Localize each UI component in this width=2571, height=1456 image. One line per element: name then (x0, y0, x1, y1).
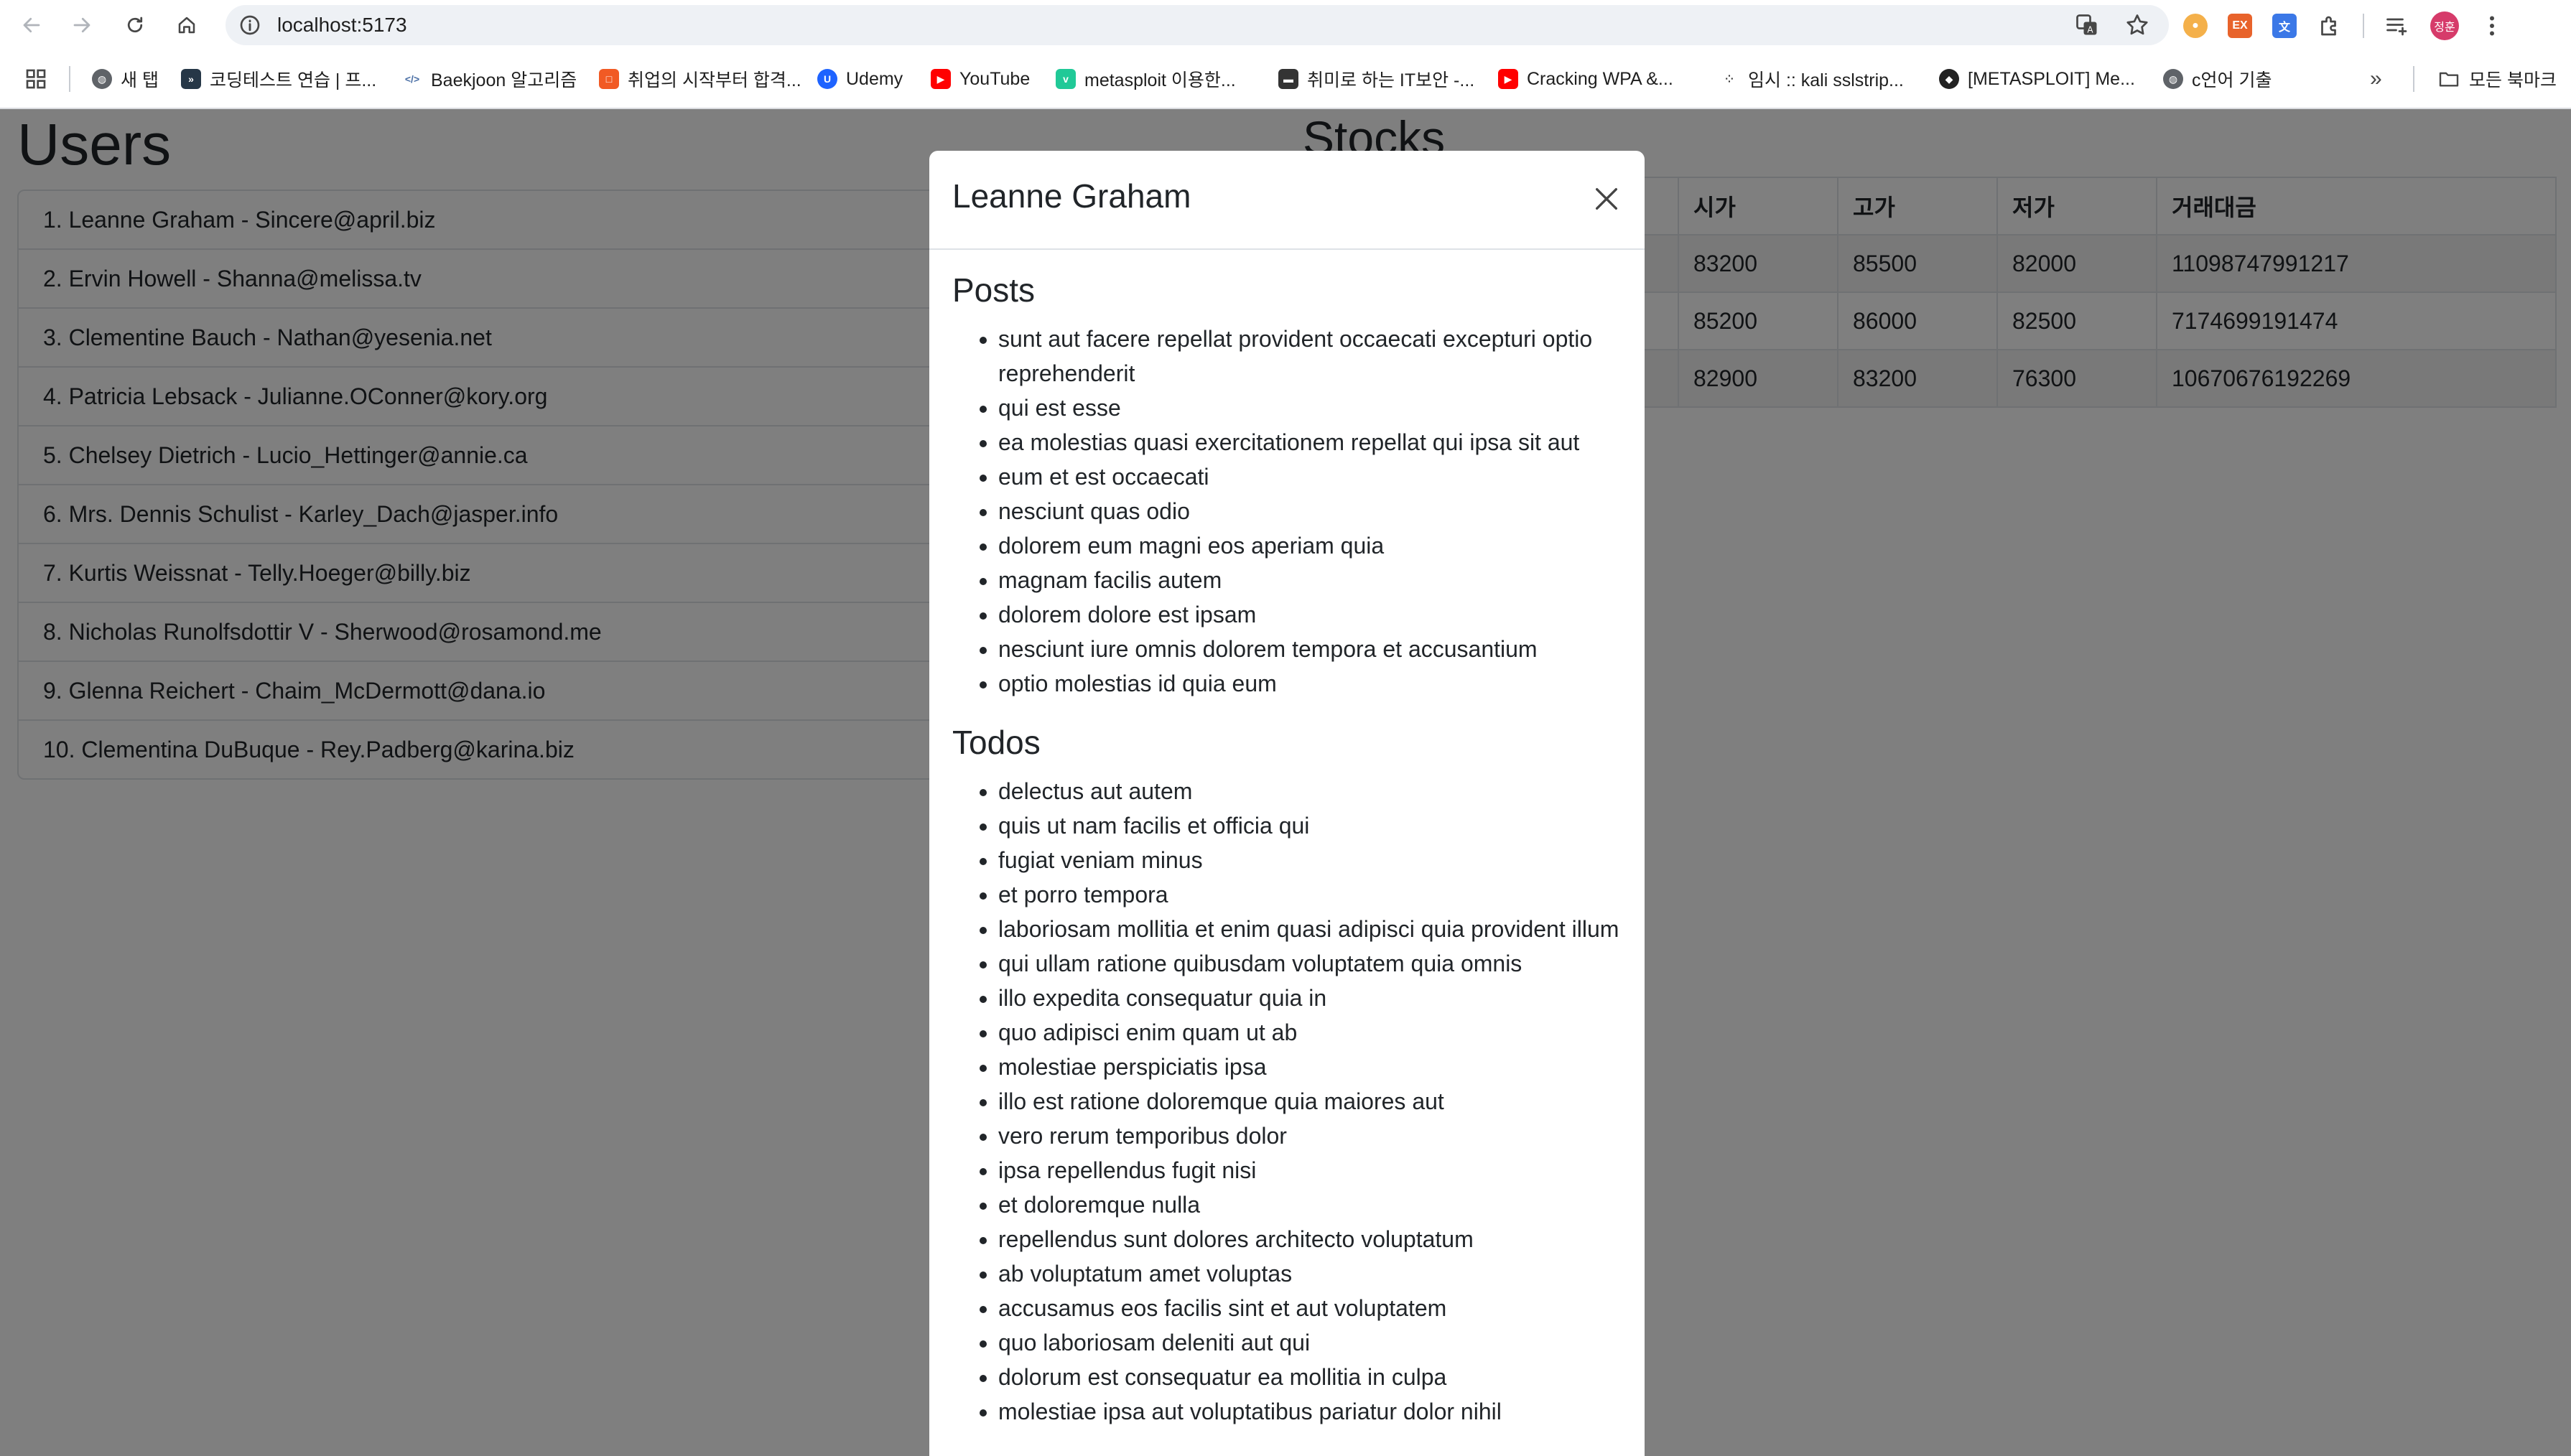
address-bar[interactable]: localhost:5173 A (226, 5, 2169, 45)
metasploit-icon: ◆ (1939, 69, 1959, 89)
list-item: accusamus eos facilis sint et aut volupt… (998, 1291, 1622, 1325)
home-icon (178, 17, 195, 34)
list-item: dolorem eum magni eos aperiam quia (998, 528, 1622, 563)
code-icon: </> (404, 73, 420, 85)
list-item: nesciunt iure omnis dolorem tempora et a… (998, 632, 1622, 666)
list-item: delectus aut autem (998, 774, 1622, 808)
udemy-icon: U (817, 69, 837, 89)
list-item: quis ut nam facilis et officia qui (998, 808, 1622, 843)
reload-icon (127, 17, 143, 33)
globe-icon: ◍ (92, 69, 112, 89)
list-item: ea molestias quasi exercitationem repell… (998, 425, 1622, 459)
translate-extension-icon[interactable]: 文 (2272, 14, 2297, 38)
puzzle-icon[interactable] (2317, 13, 2343, 39)
list-item: qui ullam ratione quibusdam voluptatem q… (998, 946, 1622, 981)
list-item: molestiae ipsa aut voluptatibus pariatur… (998, 1394, 1622, 1429)
todos-heading: Todos (952, 724, 1041, 761)
list-item: optio molestias id quia eum (998, 666, 1622, 701)
bookmark-item[interactable]: □ 취업의 시작부터 합격... (599, 66, 801, 92)
folder-icon (2439, 72, 2459, 87)
velog-icon: v (1056, 69, 1076, 89)
arrow-left-icon (23, 17, 40, 33)
bookmark-item[interactable]: ▬ 취미로 하는 IT보안 -... (1278, 66, 1474, 92)
list-item: quo laboriosam deleniti aut qui (998, 1325, 1622, 1360)
youtube-icon: ▶ (931, 69, 951, 89)
list-item: sunt aut facere repellat provident occae… (998, 322, 1622, 391)
home-button[interactable] (169, 8, 204, 42)
list-item: dolorum est consequatur ea mollitia in c… (998, 1360, 1622, 1394)
user-detail-modal: Leanne Graham Posts sunt aut facere repe… (929, 151, 1645, 1456)
close-icon (1596, 188, 1617, 210)
bookmark-item[interactable]: » 코딩테스트 연습 | 프... (181, 66, 376, 92)
star-icon[interactable] (2124, 12, 2150, 38)
list-item: fugiat veniam minus (998, 843, 1622, 877)
info-icon[interactable] (238, 14, 261, 37)
list-item: nesciunt quas odio (998, 494, 1622, 528)
bookmark-item[interactable]: ▶ YouTube (931, 66, 1030, 92)
list-item: qui est esse (998, 391, 1622, 425)
list-item: et doloremque nulla (998, 1187, 1622, 1222)
list-item: ipsa repellendus fugit nisi (998, 1153, 1622, 1187)
list-item: repellendus sunt dolores architecto volu… (998, 1222, 1622, 1256)
list-item: et porro tempora (998, 877, 1622, 912)
modal-body: Posts sunt aut facere repellat provident… (929, 250, 1645, 1429)
jobkorea-icon: □ (599, 69, 619, 89)
list-item: vero rerum temporibus dolor (998, 1119, 1622, 1153)
modal-header: Leanne Graham (929, 151, 1645, 250)
double-chevron-right-icon: » (2370, 67, 2382, 90)
browser-toolbar: localhost:5173 A ● EX 文 정훈 (0, 0, 2571, 50)
close-button[interactable] (1589, 181, 1624, 217)
bookmark-item[interactable]: v metasploit 이용한... (1056, 66, 1236, 92)
cookie-extension-icon[interactable]: ● (2183, 14, 2208, 38)
more-bookmarks-button[interactable]: » (2370, 66, 2382, 92)
list-item: ab voluptatum amet voluptas (998, 1256, 1622, 1291)
tistory-icon: ⁘ (1725, 73, 1734, 85)
youtube-icon: ▶ (1498, 69, 1518, 89)
bookmark-separator (69, 66, 70, 92)
toolbar-divider (2363, 14, 2364, 38)
list-item: laboriosam mollitia et enim quasi adipis… (998, 912, 1622, 946)
extensions-area: ● EX 文 정훈 (2183, 9, 2505, 43)
back-button[interactable] (14, 8, 49, 42)
programmers-icon: » (181, 69, 201, 89)
bookmarks-bar: ◍ 새 탭 » 코딩테스트 연습 | 프... </> Baekjoon 알고리즘 □… (0, 50, 2571, 109)
list-item: illo expedita consequatur quia in (998, 981, 1622, 1015)
globe-icon: ◍ (2163, 69, 2183, 89)
modal-title: Leanne Graham (952, 177, 1191, 215)
more-vert-icon[interactable] (2479, 13, 2505, 39)
forward-button[interactable] (65, 8, 99, 42)
bookmark-separator (2413, 66, 2414, 92)
arrow-right-icon (73, 17, 90, 33)
reload-button[interactable] (118, 8, 152, 42)
list-item: molestiae perspiciatis ipsa (998, 1050, 1622, 1084)
bookmark-item[interactable]: ⁘ 임시 :: kali sslstrip... (1719, 66, 1904, 92)
bookmark-item[interactable]: U Udemy (817, 66, 903, 92)
list-item: magnam facilis autem (998, 563, 1622, 597)
list-item: illo est ratione doloremque quia maiores… (998, 1084, 1622, 1119)
reading-list-icon[interactable] (2384, 13, 2410, 39)
list-item: eum et est occaecati (998, 459, 1622, 494)
url-text[interactable]: localhost:5173 (277, 14, 407, 37)
bookmark-item[interactable]: ◆ [METASPLOIT] Me... (1939, 66, 2135, 92)
apps-grid-icon[interactable] (24, 67, 47, 90)
ex-extension-icon[interactable]: EX (2228, 14, 2252, 38)
svg-text:A: A (2087, 25, 2093, 35)
list-item: dolorem dolore est ipsam (998, 597, 1622, 632)
bookmark-item[interactable]: ◍ 새 탭 (92, 66, 159, 92)
list-item: quo adipisci enim quam ut ab (998, 1015, 1622, 1050)
profile-avatar[interactable]: 정훈 (2430, 11, 2459, 40)
all-bookmarks-folder[interactable]: 모든 북마크 (2437, 66, 2557, 92)
posts-heading: Posts (952, 271, 1036, 309)
translate-icon[interactable]: A (2074, 12, 2100, 38)
blog-icon: ▬ (1278, 69, 1298, 89)
posts-list: sunt aut facere repellat provident occae… (952, 322, 1622, 701)
bookmark-item[interactable]: ▶ Cracking WPA &... (1498, 66, 1673, 92)
bookmark-item[interactable]: ◍ c언어 기출 (2163, 66, 2272, 92)
bookmark-item[interactable]: </> Baekjoon 알고리즘 (402, 66, 577, 92)
todos-list: delectus aut autem quis ut nam facilis e… (952, 774, 1622, 1429)
